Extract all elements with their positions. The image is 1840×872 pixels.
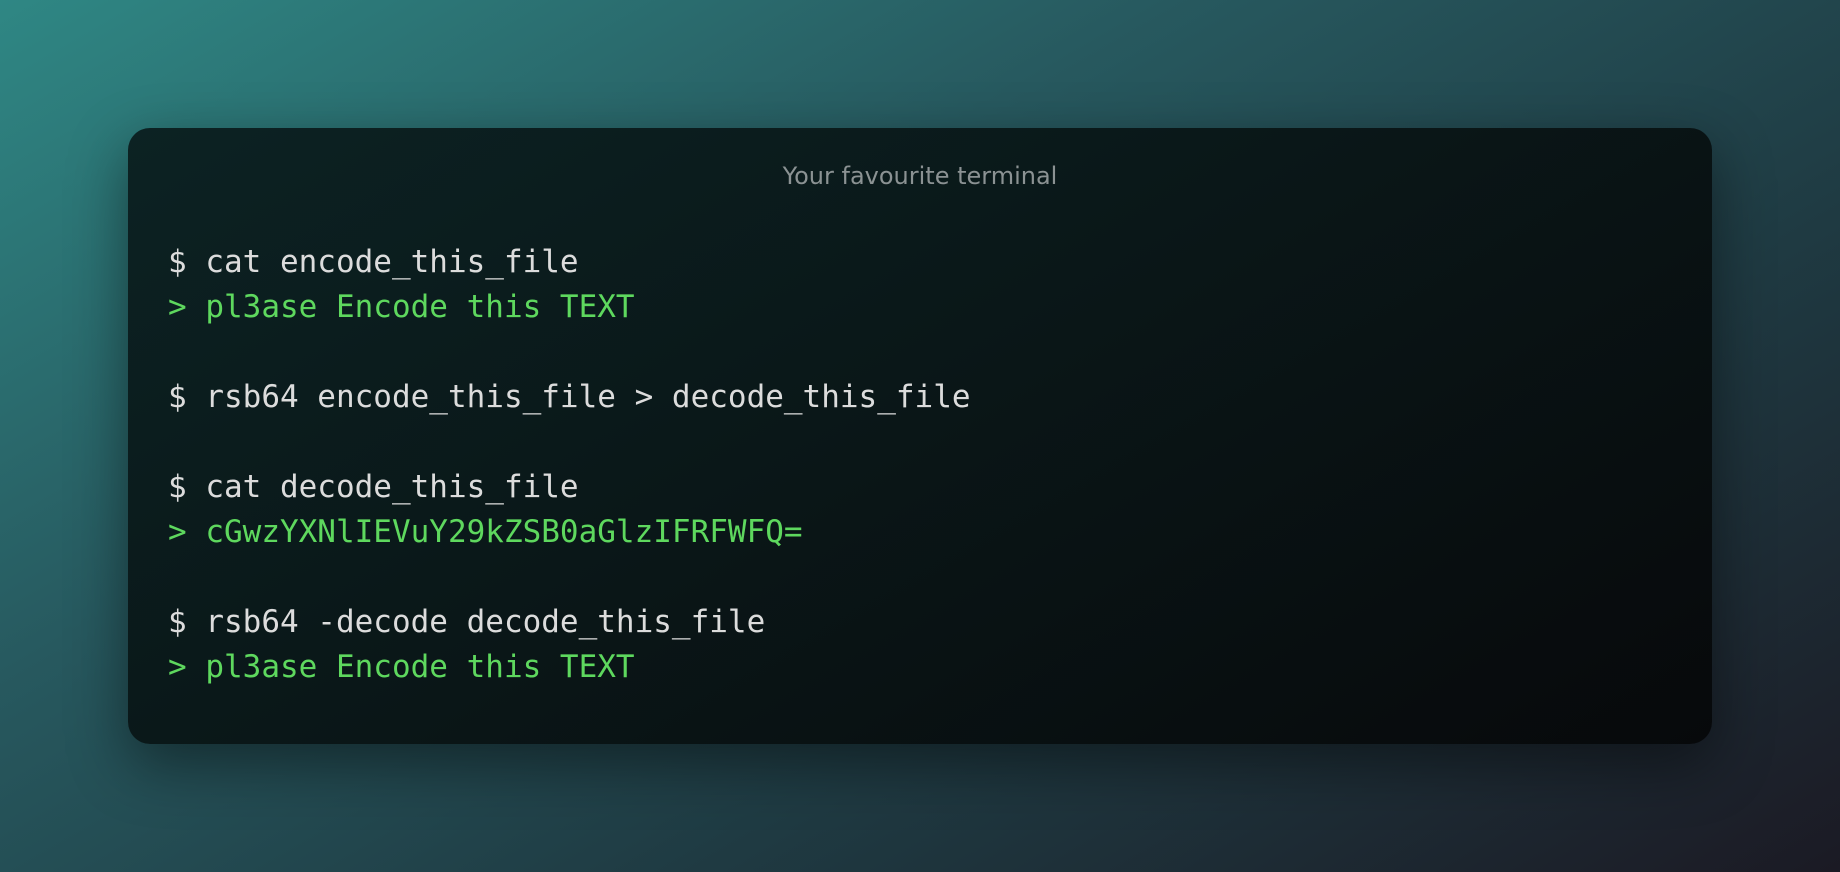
output-line: > pl3ase Encode this TEXT (168, 289, 635, 325)
command-line: $ rsb64 encode_this_file > decode_this_f… (168, 379, 971, 415)
output-line: > pl3ase Encode this TEXT (168, 649, 635, 685)
command-line: $ cat encode_this_file (168, 244, 579, 280)
command-line: $ cat decode_this_file (168, 469, 579, 505)
output-line: > cGwzYXNlIEVuY29kZSB0aGlzIFRFWFQ= (168, 514, 803, 550)
terminal-title: Your favourite terminal (782, 162, 1058, 190)
terminal-window: Your favourite terminal $ cat encode_thi… (128, 128, 1712, 744)
command-line: $ rsb64 -decode decode_this_file (168, 604, 766, 640)
terminal-output: $ cat encode_this_file > pl3ase Encode t… (168, 240, 1672, 690)
